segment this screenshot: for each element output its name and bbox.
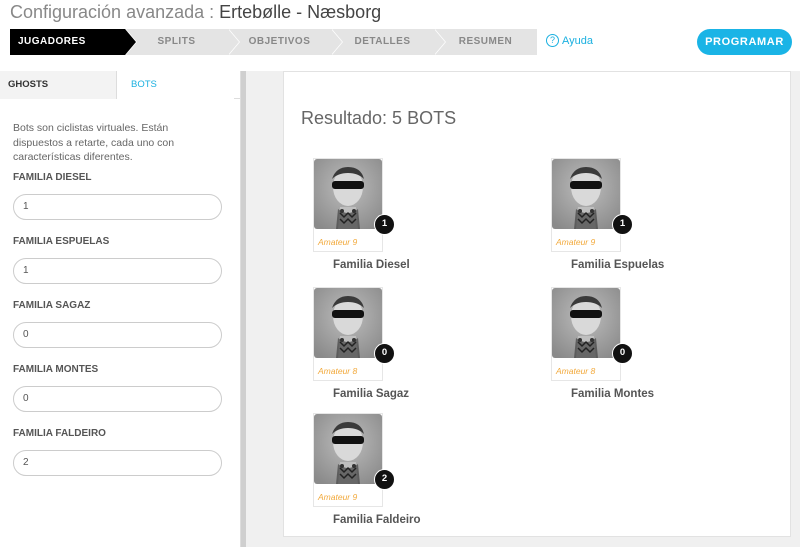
bot-level: Amateur 8	[556, 366, 596, 376]
help-link[interactable]: ? Ayuda	[546, 34, 593, 47]
field-label-diesel: FAMILIA DIESEL	[13, 171, 92, 183]
bot-level: Amateur 8	[318, 366, 358, 376]
bot-name: Familia Faldeiro	[333, 514, 421, 526]
bot-name: Familia Sagaz	[333, 388, 410, 400]
bot-card-frame: Amateur 8	[313, 287, 383, 381]
step-resumen[interactable]: RESUMEN	[434, 29, 537, 55]
step-splits[interactable]: SPLITS	[125, 29, 240, 55]
wizard-steps: JUGADORES SPLITS OBJETIVOS DETALLES RESU…	[10, 29, 537, 55]
rider-avatar	[552, 288, 620, 358]
tab-bots[interactable]: BOTS	[117, 71, 234, 99]
field-label-faldeiro: FAMILIA FALDEIRO	[13, 427, 106, 439]
result-title: Resultado: 5 BOTS	[301, 108, 457, 128]
bot-level: Amateur 9	[318, 237, 358, 247]
bot-count-badge: 0	[612, 343, 633, 364]
faldeiro-input[interactable]: 2	[13, 449, 222, 476]
sagaz-input[interactable]: 0	[13, 321, 222, 348]
step-detalles[interactable]: DETALLES	[331, 29, 446, 55]
espuelas-input[interactable]: 1	[13, 257, 222, 284]
bot-level: Amateur 9	[556, 237, 596, 247]
header: Configuración avanzada : Ertebølle - Næs…	[0, 0, 800, 28]
step-objetivos[interactable]: OBJETIVOS	[228, 29, 343, 55]
page-title: Configuración avanzada : Ertebølle - Næs…	[10, 2, 381, 23]
sidebar-tabs: GHOSTS BOTS	[0, 71, 240, 99]
bot-count-badge: 2	[374, 469, 395, 490]
rider-avatar	[314, 159, 382, 229]
page-title-prefix: Configuración avanzada :	[10, 2, 220, 22]
bot-card-frame: Amateur 9	[313, 158, 383, 252]
bot-name: Familia Espuelas	[571, 259, 665, 271]
bot-level: Amateur 9	[318, 492, 358, 502]
tab-ghosts[interactable]: GHOSTS	[0, 71, 117, 99]
field-label-espuelas: FAMILIA ESPUELAS	[13, 235, 110, 247]
diesel-input[interactable]: 1	[13, 193, 222, 220]
bots-description: Bots son ciclistas virtuales. Están disp…	[13, 122, 175, 163]
bot-card-frame: Amateur 8	[551, 287, 621, 381]
step-jugadores[interactable]: JUGADORES	[10, 29, 137, 55]
montes-input[interactable]: 0	[13, 385, 222, 412]
rider-avatar	[314, 288, 382, 358]
question-circle-icon: ?	[546, 34, 559, 47]
field-label-sagaz: FAMILIA SAGAZ	[13, 299, 91, 311]
program-button[interactable]: PROGRAMAR	[697, 29, 792, 55]
bot-count-badge: 0	[374, 343, 395, 364]
rider-avatar	[552, 159, 620, 229]
route-name: Ertebølle - Næsborg	[219, 2, 382, 22]
bot-name: Familia Diesel	[333, 259, 410, 271]
rider-avatar	[314, 414, 382, 484]
field-label-montes: FAMILIA MONTES	[13, 363, 99, 375]
bot-count-badge: 1	[374, 214, 395, 235]
bot-card-frame: Amateur 9	[313, 413, 383, 507]
bot-count-badge: 1	[612, 214, 633, 235]
sidebar: GHOSTS BOTS Bots son ciclistas virtuales…	[0, 71, 241, 547]
bot-card-frame: Amateur 9	[551, 158, 621, 252]
help-label: Ayuda	[562, 34, 593, 47]
bot-name: Familia Montes	[571, 388, 655, 400]
